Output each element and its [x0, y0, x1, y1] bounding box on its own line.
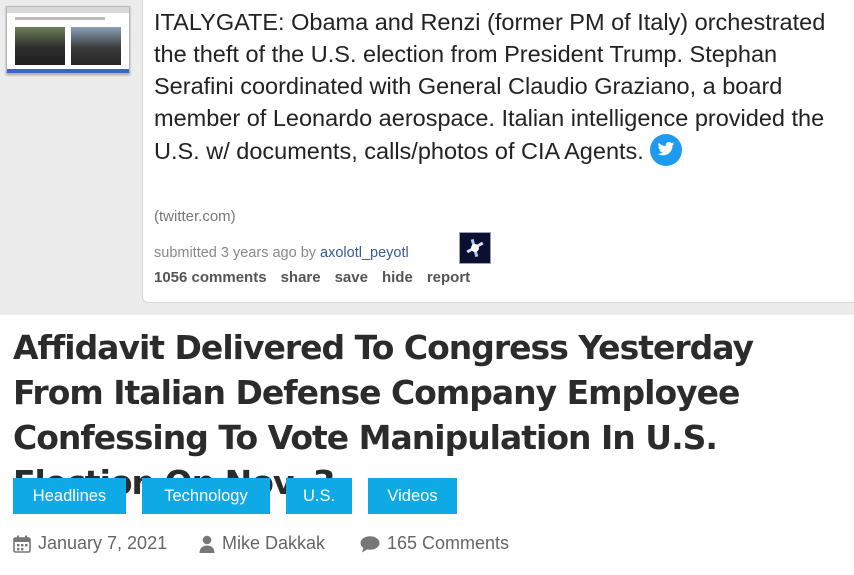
avatar-core: [471, 244, 479, 252]
calendar-icon: [13, 535, 31, 553]
tag-headlines[interactable]: Headlines: [13, 478, 126, 514]
reddit-post-area: ITALYGATE: Obama and Renzi (former PM of…: [0, 0, 854, 315]
tag-us[interactable]: U.S.: [286, 478, 352, 514]
article-author: Mike Dakkak: [199, 533, 325, 554]
post-domain[interactable]: (twitter.com): [154, 208, 236, 225]
date-text: January 7, 2021: [38, 533, 168, 553]
share-link[interactable]: share: [281, 269, 321, 286]
comments-link[interactable]: 1056 comments: [154, 269, 267, 286]
post-thumbnail[interactable]: [6, 6, 130, 74]
twitter-bird-icon: [649, 134, 682, 166]
tag-technology[interactable]: Technology: [142, 478, 270, 514]
thumbnail-toolbar: [7, 7, 129, 13]
author-link[interactable]: axolotl_peyotl: [320, 245, 409, 261]
post-card: ITALYGATE: Obama and Renzi (former PM of…: [142, 0, 854, 303]
post-title-text[interactable]: ITALYGATE: Obama and Renzi (former PM of…: [154, 9, 825, 164]
author-name[interactable]: Mike Dakkak: [222, 533, 325, 554]
comments-count[interactable]: 165 Comments: [387, 533, 509, 554]
submitted-line: submitted 3 years ago by axolotl_peyotl: [154, 245, 409, 261]
author-avatar: [459, 232, 491, 264]
post-actions: 1056 comments share save hide report: [154, 269, 484, 286]
thumbnail-text-line: [15, 17, 105, 20]
article-date: January 7, 2021: [13, 533, 167, 554]
save-link[interactable]: save: [335, 269, 368, 286]
post-title[interactable]: ITALYGATE: Obama and Renzi (former PM of…: [154, 6, 844, 167]
report-link[interactable]: report: [427, 269, 470, 286]
hide-link[interactable]: hide: [382, 269, 413, 286]
thumbnail-photo-left: [15, 27, 65, 65]
user-icon: [199, 535, 215, 553]
thumbnail-taskbar: [7, 69, 129, 73]
submitted-prefix: submitted 3 years ago by: [154, 245, 321, 261]
article-comments: 165 Comments: [360, 533, 509, 554]
comment-icon: [360, 535, 380, 552]
thumbnail-photo-right: [71, 27, 121, 65]
tag-videos[interactable]: Videos: [368, 478, 457, 514]
